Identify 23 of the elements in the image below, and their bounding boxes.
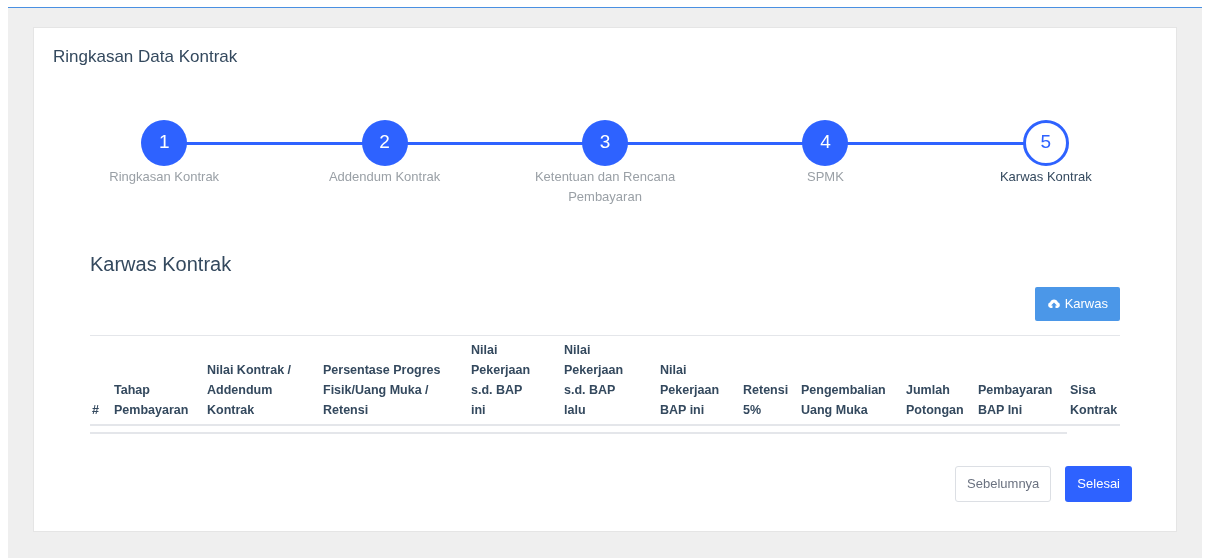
step-label: Addendum Kontrak xyxy=(327,167,442,186)
cloud-upload-icon xyxy=(1046,297,1061,310)
column-header: # xyxy=(91,401,100,419)
column-header: Pembayaran BAP Ini xyxy=(977,381,1054,419)
step-label: Karwas Kontrak xyxy=(998,167,1093,186)
karwas-button[interactable]: Karwas xyxy=(1034,286,1120,321)
section-title: Karwas Kontrak xyxy=(90,251,233,277)
card-title: Ringkasan Data Kontrak xyxy=(53,46,239,68)
finish-button[interactable]: Selesai xyxy=(1065,465,1132,502)
step-label: SPMK xyxy=(806,167,845,186)
column-header: Nilai Pekerjaan s.d. BAP lalu xyxy=(563,341,625,419)
column-header: Sisa Kontrak xyxy=(1069,381,1119,419)
column-header: Nilai Kontrak / Addendum Kontrak xyxy=(206,361,293,419)
column-header: Persentase Progres Fisik/Uang Muka / Retensi xyxy=(322,361,442,419)
column-header: Nilai Pekerjaan s.d. BAP ini xyxy=(470,341,532,419)
column-header: Retensi 5% xyxy=(742,381,790,419)
column-header: Tahap Pembayaran xyxy=(113,381,190,419)
previous-button[interactable]: Sebelumnya xyxy=(955,465,1052,502)
column-header: Nilai Pekerjaan BAP ini xyxy=(659,361,721,419)
column-header: Pengembalian Uang Muka xyxy=(800,381,887,419)
column-header: Jumlah Potongan xyxy=(905,381,965,419)
step-label: Ringkasan Kontrak xyxy=(108,167,221,186)
step-label: Ketentuan dan Rencana Pembayaran xyxy=(533,167,677,206)
